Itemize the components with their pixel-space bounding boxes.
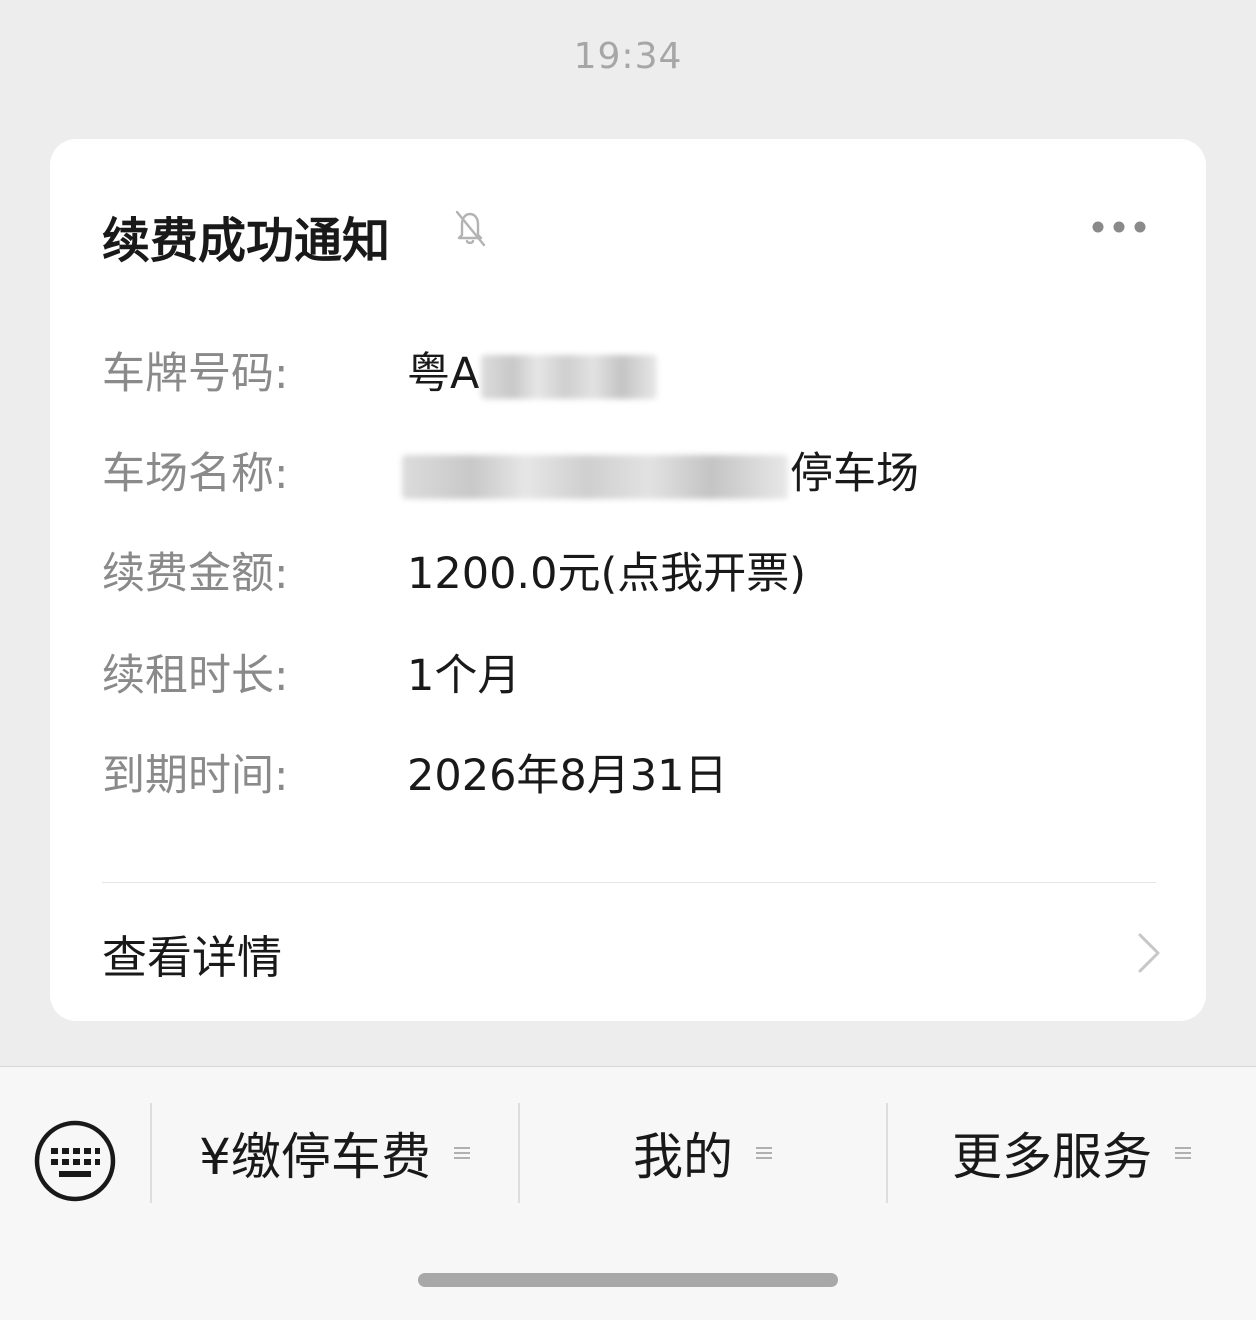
notification-card[interactable]: 续费成功通知 车牌号码: 粤A 车场名称: 停车场 续费金额: 1200.0元(… (50, 139, 1206, 1021)
field-row-duration: 续租时长: 1个月 (102, 646, 1152, 706)
bell-slash-icon (455, 210, 486, 247)
service-menu-bar: ¥缴停车费 我的 更多服务 (0, 1066, 1256, 1320)
field-row-amount: 续费金额: 1200.0元(点我开票) (102, 544, 1152, 604)
menu-item-label: 我的 (633, 1128, 733, 1186)
field-row-lot-name: 车场名称: 停车场 (102, 444, 1152, 504)
menu-lines-icon (756, 1147, 772, 1159)
more-dots-icon[interactable] (1090, 219, 1148, 235)
message-timestamp: 19:34 (573, 36, 683, 77)
field-value-text: 粤A (407, 349, 480, 399)
chevron-right-icon (1138, 933, 1160, 973)
redacted-region (402, 454, 788, 499)
field-label: 续租时长: (102, 651, 289, 701)
field-row-expiry: 到期时间: 2026年8月31日 (102, 746, 1152, 806)
field-label: 车牌号码: (102, 349, 289, 399)
menu-lines-icon (1175, 1147, 1191, 1159)
keyboard-icon[interactable] (33, 1119, 117, 1203)
divider (102, 882, 1156, 883)
field-value: 粤A (407, 344, 658, 404)
menu-item-label: ¥缴停车费 (199, 1128, 431, 1186)
menu-lines-icon (453, 1147, 470, 1159)
card-title: 续费成功通知 (102, 213, 391, 269)
field-label: 到期时间: (102, 751, 289, 801)
field-label: 车场名称: (102, 449, 289, 499)
menu-item-label: 更多服务 (952, 1128, 1152, 1186)
field-value-text: 停车场 (790, 449, 919, 499)
menu-item-more-services[interactable]: 更多服务 (888, 1103, 1256, 1203)
invoice-link[interactable]: 1200.0元(点我开票) (407, 544, 806, 604)
home-indicator[interactable] (418, 1273, 838, 1287)
menu-item-mine[interactable]: 我的 (520, 1103, 886, 1203)
field-value: 2026年8月31日 (407, 751, 728, 801)
field-label: 续费金额: (102, 549, 289, 599)
field-row-plate: 车牌号码: 粤A (102, 344, 1152, 404)
field-value: 1个月 (407, 651, 521, 701)
field-value: 停车场 (402, 444, 919, 504)
view-details-link[interactable]: 查看详情 (102, 921, 282, 986)
redacted-region (481, 354, 658, 399)
menu-item-pay-parking[interactable]: ¥缴停车费 (152, 1103, 518, 1203)
